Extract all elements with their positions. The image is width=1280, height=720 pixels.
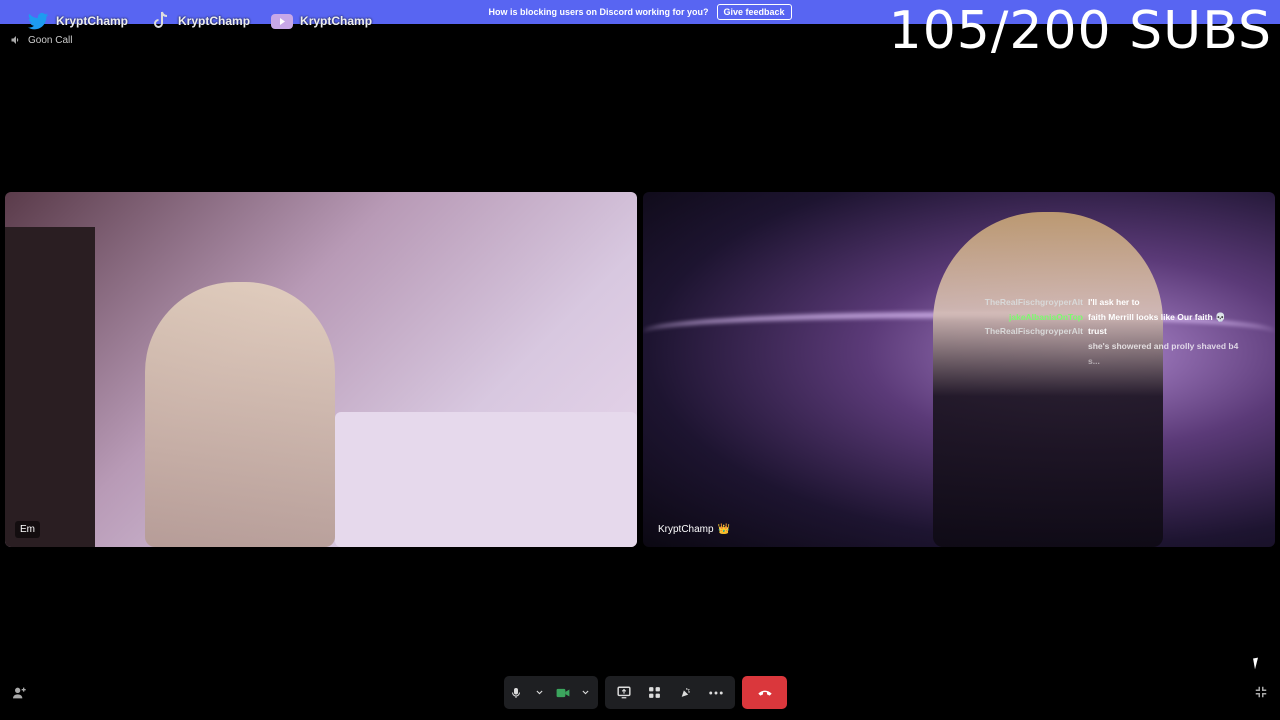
screen-share-icon — [617, 686, 631, 699]
chat-user — [983, 339, 1083, 354]
soundboard-icon — [681, 687, 690, 697]
phone-hangup-icon — [757, 690, 772, 696]
tiktok-icon — [154, 11, 168, 28]
call-tools-controls — [605, 676, 735, 709]
exit-fullscreen-icon[interactable] — [1254, 685, 1270, 701]
chat-text: faith Merrill looks like Our faith 💀 — [1088, 311, 1226, 322]
video-tile-kryptchamp[interactable]: TheRealFischgroyperAlt I'll ask her to j… — [643, 192, 1275, 547]
add-user-icon[interactable] — [11, 685, 27, 701]
room-door — [5, 227, 95, 547]
subs-counter: 105/200 SUBS — [888, 1, 1272, 61]
more-icon — [708, 691, 723, 694]
microphone-icon — [512, 687, 521, 698]
room-bed — [335, 412, 637, 547]
chat-message: TheRealFischgroyperAlt I'll ask her to — [983, 295, 1238, 310]
youtube-icon — [271, 14, 294, 29]
twitter-handle: KryptChamp — [56, 14, 129, 28]
chat-text: she's showered and prolly shaved b4 — [1088, 341, 1239, 352]
chat-user — [983, 354, 1083, 369]
twitter-icon — [28, 12, 49, 30]
chat-message: she's showered and prolly shaved b4 — [983, 339, 1238, 354]
chat-text: trust — [1088, 326, 1107, 337]
mouse-cursor — [1253, 657, 1260, 670]
speaker-icon — [11, 36, 19, 44]
chat-message: s... — [983, 354, 1238, 369]
crown-icon: 👑 — [717, 524, 731, 535]
social-youtube: KryptChamp — [270, 9, 372, 33]
audio-video-controls — [504, 676, 598, 709]
disconnect-button[interactable] — [742, 676, 787, 709]
chat-user: TheRealFischgroyperAlt — [984, 326, 1083, 337]
social-twitter: KryptChamp — [26, 9, 128, 33]
banner-message: How is blocking users on Discord working… — [488, 7, 709, 17]
chat-text: s... — [1088, 355, 1100, 366]
chevron-down-icon — [536, 690, 543, 695]
camera-button[interactable] — [552, 682, 574, 704]
stream-chat-overlay: TheRealFischgroyperAlt I'll ask her to j… — [983, 295, 1239, 369]
video-tile-em[interactable]: Em — [5, 192, 637, 547]
chat-text: I'll ask her to — [1088, 297, 1140, 307]
activities-button[interactable] — [644, 682, 666, 704]
chevron-down-icon — [582, 690, 589, 695]
soundboard-button[interactable] — [674, 682, 696, 704]
participant-label: Em — [15, 521, 40, 538]
activities-icon — [649, 687, 661, 698]
chat-user: TheRealFischgroyperAlt — [984, 297, 1083, 307]
participant-label: KryptChamp 👑 — [653, 521, 735, 538]
camera-icon — [556, 688, 569, 697]
participant-name: KryptChamp — [658, 524, 714, 535]
more-options-button[interactable] — [705, 682, 727, 704]
channel-header: Goon Call — [10, 34, 72, 46]
participant-video — [933, 212, 1163, 547]
channel-name: Goon Call — [28, 34, 73, 46]
chat-message: TheRealFischgroyperAlt trust — [983, 324, 1238, 339]
tiktok-handle: KryptChamp — [178, 14, 251, 28]
social-overlay: KryptChamp KryptChamp KryptChamp — [26, 9, 372, 33]
camera-options-button[interactable] — [575, 682, 597, 704]
chat-user: jakeAlbaniaOnTop — [1009, 311, 1083, 322]
participant-video — [145, 282, 335, 547]
give-feedback-button[interactable]: Give feedback — [716, 4, 792, 20]
screen-share-button[interactable] — [613, 682, 635, 704]
youtube-handle: KryptChamp — [300, 14, 373, 28]
chat-message: jakeAlbaniaOnTop faith Merrill looks lik… — [983, 310, 1238, 325]
social-tiktok: KryptChamp — [148, 9, 250, 33]
mic-options-button[interactable] — [528, 682, 550, 704]
microphone-button[interactable] — [505, 682, 527, 704]
participant-name: Em — [20, 524, 35, 535]
